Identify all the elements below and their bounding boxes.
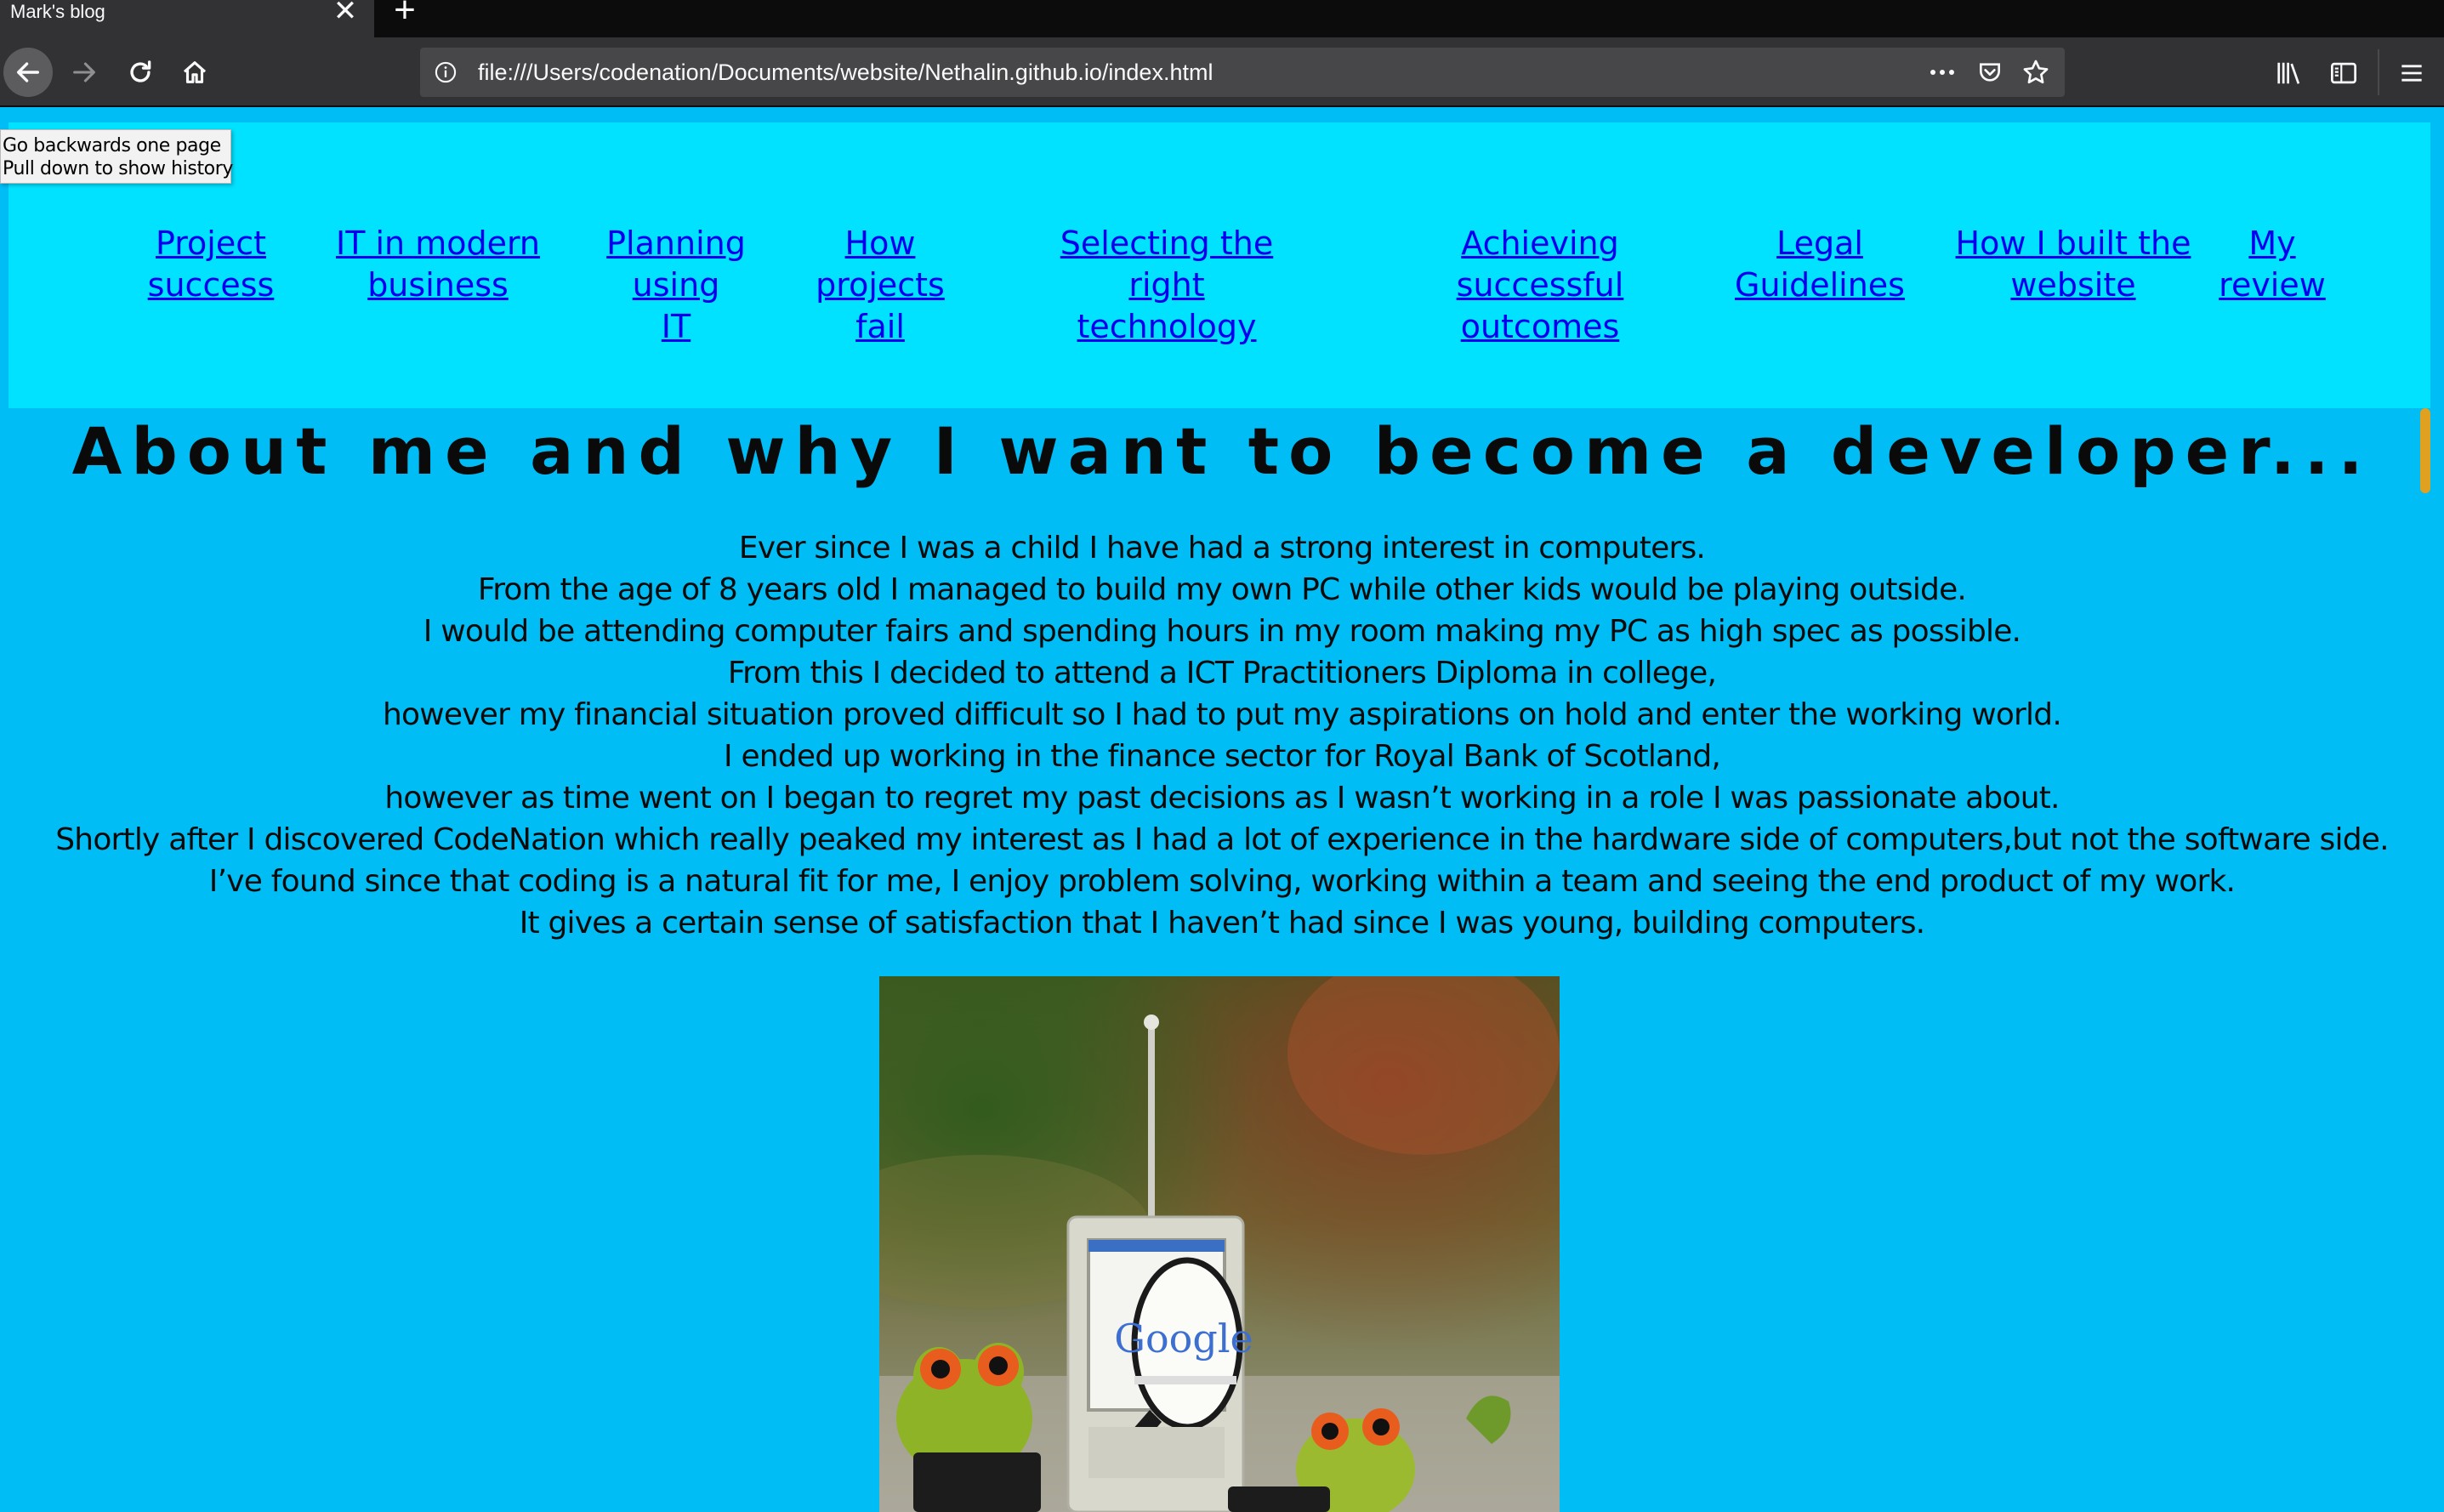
bio-line: I’ve found since that coding is a natura… [208, 864, 2236, 899]
site-navbar: Project success IT in modern business Plan… [9, 122, 2430, 408]
pocket-icon[interactable] [1973, 57, 2007, 88]
tooltip-line: Pull down to show history [3, 158, 233, 179]
new-tab-icon[interactable]: + [384, 0, 425, 29]
bio-line: I ended up working in the finance sector… [723, 739, 1721, 774]
tab-close-icon[interactable]: ✕ [328, 0, 362, 26]
hamburger-menu-icon[interactable] [2391, 54, 2432, 92]
home-button[interactable] [170, 48, 219, 97]
toolbar-divider [2378, 49, 2379, 95]
sidebar-icon[interactable] [2323, 54, 2364, 92]
forward-button[interactable] [60, 48, 109, 97]
tooltip-line: Go backwards one page [3, 135, 221, 156]
info-icon[interactable] [434, 60, 458, 84]
back-arrow-icon [16, 62, 40, 82]
more-dots-icon[interactable] [1925, 57, 1959, 88]
tab-bar: Mark's blog ✕ + [0, 0, 2444, 37]
nav-link-legal-guidelines[interactable]: Legal Guidelines [1735, 223, 1905, 306]
nav-link-my-review[interactable]: My review [2213, 223, 2332, 306]
tab-title: Mark's blog [10, 1, 105, 22]
nav-link-project-success[interactable]: Project success [143, 223, 279, 306]
home-icon [183, 61, 207, 83]
active-tab[interactable]: Mark's blog ✕ [0, 0, 374, 37]
nav-link-how-i-built[interactable]: How I built the website [1954, 223, 2192, 306]
nav-link-planning-using-it[interactable]: Planning using IT [561, 223, 791, 348]
forward-arrow-icon [73, 62, 95, 82]
back-button-tooltip: Go backwards one page Pull down to show … [0, 129, 233, 184]
bio-line: From this I decided to attend a ICT Prac… [727, 656, 1717, 691]
address-bar[interactable]: file:///Users/codenation/Documents/websi… [420, 48, 2065, 97]
frogs-computer-photo: Google [879, 976, 1560, 1512]
google-logo-text: Google [1114, 1316, 1253, 1361]
reload-button[interactable] [116, 48, 165, 97]
library-icon[interactable] [2269, 54, 2310, 92]
bio-line: however as time went on I began to regre… [384, 781, 2060, 816]
nav-link-successful-outcomes[interactable]: Achieving successful outcomes [1378, 223, 1702, 348]
nav-toolbar: file:///Users/codenation/Documents/websi… [0, 37, 2444, 107]
bio-line: I would be attending computer fairs and … [423, 614, 2021, 649]
nav-link-how-projects-fail[interactable]: How projects fail [778, 223, 982, 348]
star-icon[interactable] [2019, 57, 2053, 88]
page-title: About me and why I want to become a deve… [71, 413, 2373, 489]
back-button[interactable] [3, 48, 53, 97]
nav-link-it-modern-business[interactable]: IT in modern business [332, 223, 544, 306]
url-text[interactable]: file:///Users/codenation/Documents/websi… [478, 48, 1213, 97]
bio-line: It gives a certain sense of satisfaction… [519, 906, 1925, 941]
nav-link-selecting-technology[interactable]: Selecting the right technology [1022, 223, 1311, 348]
reload-icon [130, 60, 151, 82]
bio-line: however my financial situation proved di… [383, 697, 2062, 732]
bio-line: Ever since I was a child I have had a st… [738, 531, 1706, 566]
bio-line: From the age of 8 years old I managed to… [477, 572, 1967, 607]
bio-paragraph: Ever since I was a child I have had a st… [0, 527, 2444, 944]
bio-line: Shortly after I discovered CodeNation wh… [55, 822, 2389, 857]
